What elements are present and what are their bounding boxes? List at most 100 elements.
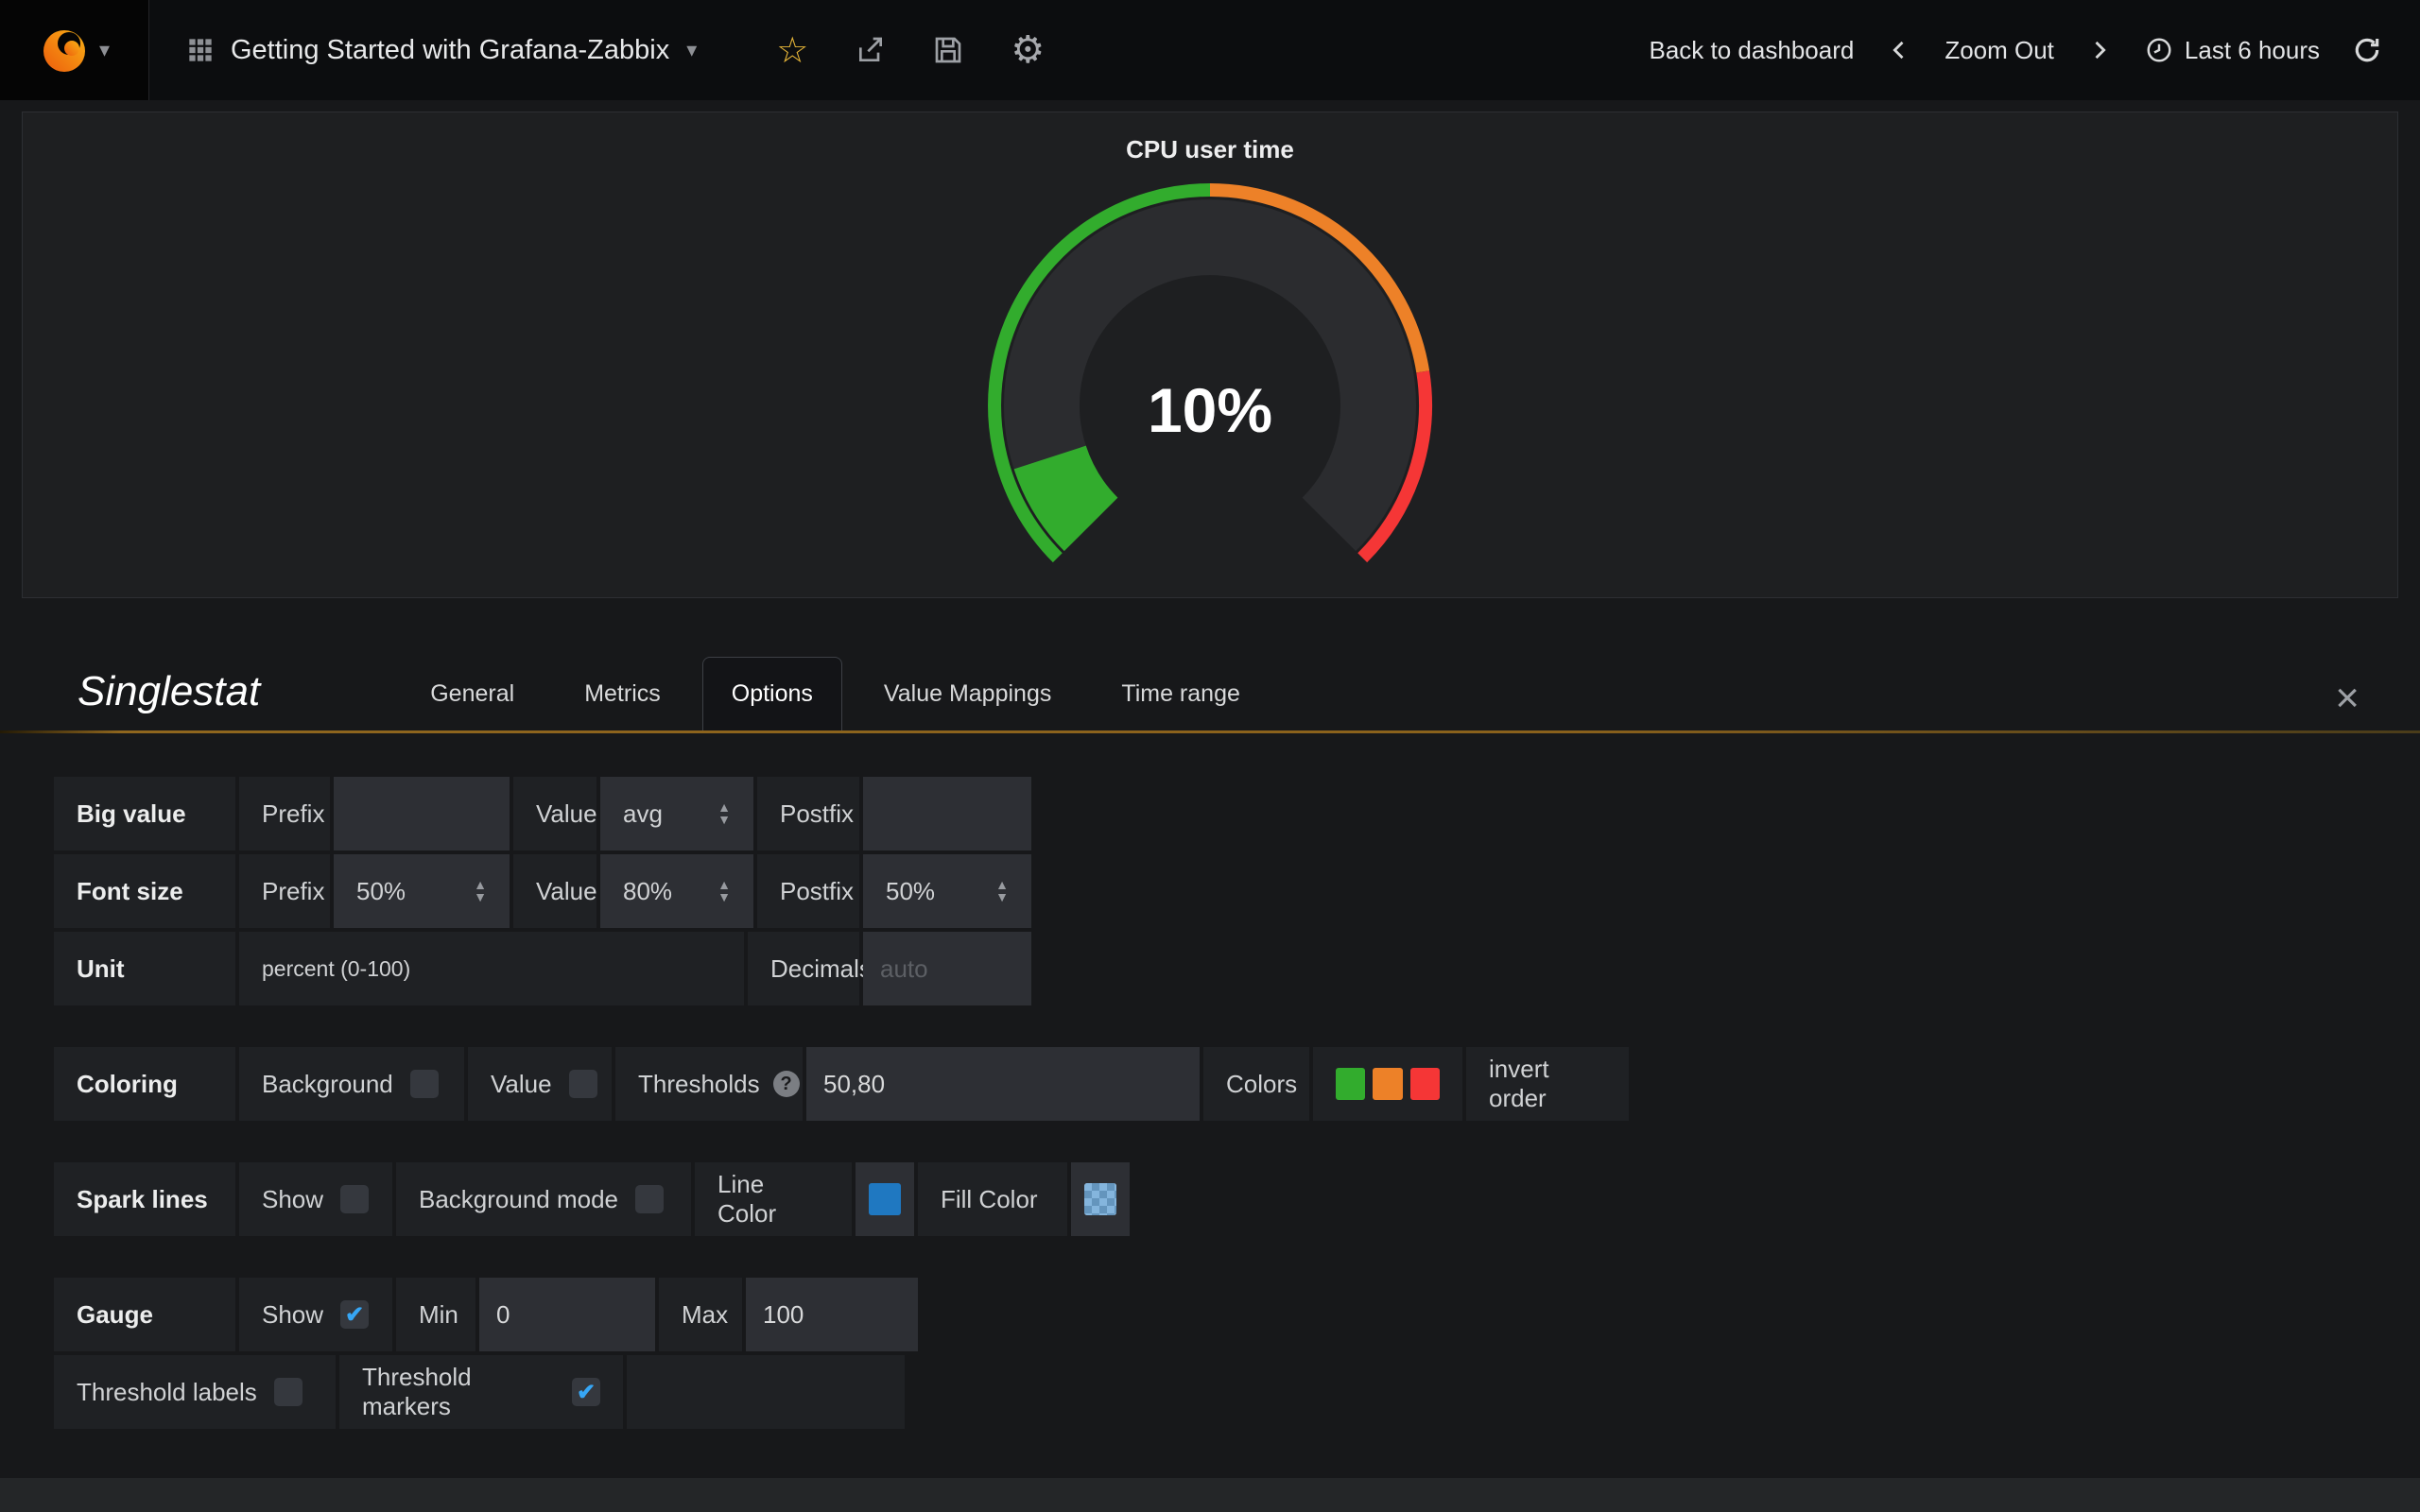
thresholds-input[interactable] [806,1047,1200,1121]
min-label: Min [396,1278,475,1351]
font-size-row: Font size Prefix 50% ▲▼ Value 80% ▲▼ Pos… [54,854,2420,928]
grafana-logo-button[interactable]: ▾ [0,0,149,100]
gauge-show-option: Show ✔ [239,1278,392,1351]
threshold-color-swatch-orange[interactable] [1373,1068,1402,1100]
postfix-label: Postfix [757,854,859,928]
value-size-select[interactable]: 80% ▲▼ [600,854,753,928]
threshold-color-swatch-red[interactable] [1410,1068,1440,1100]
prefix-input-cell [334,777,510,850]
fill-color-swatch[interactable] [1084,1183,1116,1215]
background-label: Background [262,1070,393,1099]
star-icon[interactable]: ☆ [776,29,808,72]
spark-lines-row: Spark lines Show Background mode Line Co… [54,1162,2420,1236]
unit-select[interactable]: percent (0-100) [239,932,744,1005]
chevron-down-icon: ▾ [686,38,697,62]
background-mode-option: Background mode [396,1162,691,1236]
value-label: Value [513,777,596,850]
unit-row: Unit percent (0-100) Decimals [54,932,2420,1005]
coloring-label: Coloring [54,1047,235,1121]
font-size-label: Font size [54,854,235,928]
share-icon[interactable] [856,35,886,65]
line-color-swatch[interactable] [869,1183,901,1215]
gauge-max-input[interactable] [746,1278,918,1351]
chevron-down-icon: ▾ [99,38,110,62]
dashboard-grid-icon [187,37,214,63]
big-value-stat-select[interactable]: avg ▲▼ [600,777,753,850]
threshold-labels-checkbox[interactable] [274,1378,302,1406]
options-form: Big value Prefix Value avg ▲▼ Postfix Fo… [0,733,2420,1429]
time-range-label: Last 6 hours [2185,36,2320,65]
threshold-labels-option: Threshold labels [54,1355,336,1429]
gauge-label: Gauge [54,1278,235,1351]
select-value: 80% [623,877,672,906]
value-checkbox[interactable] [569,1070,597,1098]
chevron-right-icon[interactable] [2086,37,2113,63]
spark-show-checkbox[interactable] [340,1185,369,1213]
big-value-label: Big value [54,777,235,850]
gauge-show-checkbox[interactable]: ✔ [340,1300,369,1329]
tab-metrics[interactable]: Metrics [556,658,689,730]
gauge-group: Gauge Show ✔ Min Max Threshold labels [54,1278,2420,1429]
decimals-input-cell [863,932,1031,1005]
spark-show-option: Show [239,1162,392,1236]
line-color-cell [856,1162,914,1236]
background-checkbox[interactable] [410,1070,439,1098]
gauge-min-input[interactable] [479,1278,655,1351]
next-dashboard-row [0,1478,2420,1512]
editor-header: Singlestat General Metrics Options Value… [0,657,2420,730]
zoom-out-button[interactable]: Zoom Out [1945,36,2054,65]
show-label: Show [262,1185,323,1214]
max-input-cell [746,1278,918,1351]
fill-color-overlay [1084,1183,1116,1215]
refresh-icon[interactable] [2352,35,2382,65]
big-value-row: Big value Prefix Value avg ▲▼ Postfix [54,777,2420,850]
select-spinner-icon: ▲▼ [717,879,731,903]
navbar: ▾ Getting Started with Grafana-Zabbix ▾ … [0,0,2420,100]
select-value: avg [623,799,663,829]
decimals-input[interactable] [863,932,1031,1005]
postfix-size-select[interactable]: 50% ▲▼ [863,854,1031,928]
select-value: 50% [886,877,935,906]
show-label: Show [262,1300,323,1330]
threshold-markers-checkbox[interactable]: ✔ [572,1378,600,1406]
chevron-left-icon[interactable] [1886,37,1912,63]
background-mode-label: Background mode [419,1185,618,1214]
panel-type-title: Singlestat [78,668,260,730]
invert-order-button[interactable]: invert order [1466,1047,1629,1121]
clock-icon [2145,36,2173,64]
select-spinner-icon: ▲▼ [717,801,731,826]
close-icon[interactable]: × [2335,678,2360,730]
value-options-group: Big value Prefix Value avg ▲▼ Postfix Fo… [54,777,2420,1005]
time-range-picker[interactable]: Last 6 hours [2145,36,2320,65]
threshold-color-swatch-green[interactable] [1336,1068,1365,1100]
tab-general[interactable]: General [402,658,543,730]
big-value-postfix-input[interactable] [863,777,1031,850]
empty-cell [627,1355,905,1429]
grafana-logo-icon [39,25,90,76]
gear-icon[interactable]: ⚙ [1011,28,1045,72]
back-to-dashboard-button[interactable]: Back to dashboard [1650,36,1855,65]
thresholds-label: Thresholds [638,1070,760,1099]
threshold-colors-cell [1313,1047,1462,1121]
thresholds-input-cell [806,1047,1200,1121]
max-label: Max [659,1278,742,1351]
save-icon[interactable] [933,35,963,65]
big-value-prefix-input[interactable] [334,777,510,850]
tab-options[interactable]: Options [702,657,842,730]
threshold-markers-label: Threshold markers [362,1363,555,1421]
fill-color-label: Fill Color [918,1162,1067,1236]
prefix-label: Prefix [239,854,330,928]
panel-title[interactable]: CPU user time [23,112,2397,164]
tab-value-mappings[interactable]: Value Mappings [856,658,1080,730]
coloring-background-option: Background [239,1047,464,1121]
spark-lines-group: Spark lines Show Background mode Line Co… [54,1162,2420,1236]
panel-editor: Singlestat General Metrics Options Value… [0,657,2420,1429]
dashboard-title-button[interactable]: Getting Started with Grafana-Zabbix ▾ [149,0,735,100]
value-label: Value [491,1070,552,1099]
background-mode-checkbox[interactable] [635,1185,664,1213]
prefix-size-select[interactable]: 50% ▲▼ [334,854,510,928]
tab-time-range[interactable]: Time range [1093,658,1269,730]
dashboard-title: Getting Started with Grafana-Zabbix [231,35,669,66]
help-icon[interactable]: ? [773,1071,800,1097]
gauge-value: 10% [964,374,1456,446]
